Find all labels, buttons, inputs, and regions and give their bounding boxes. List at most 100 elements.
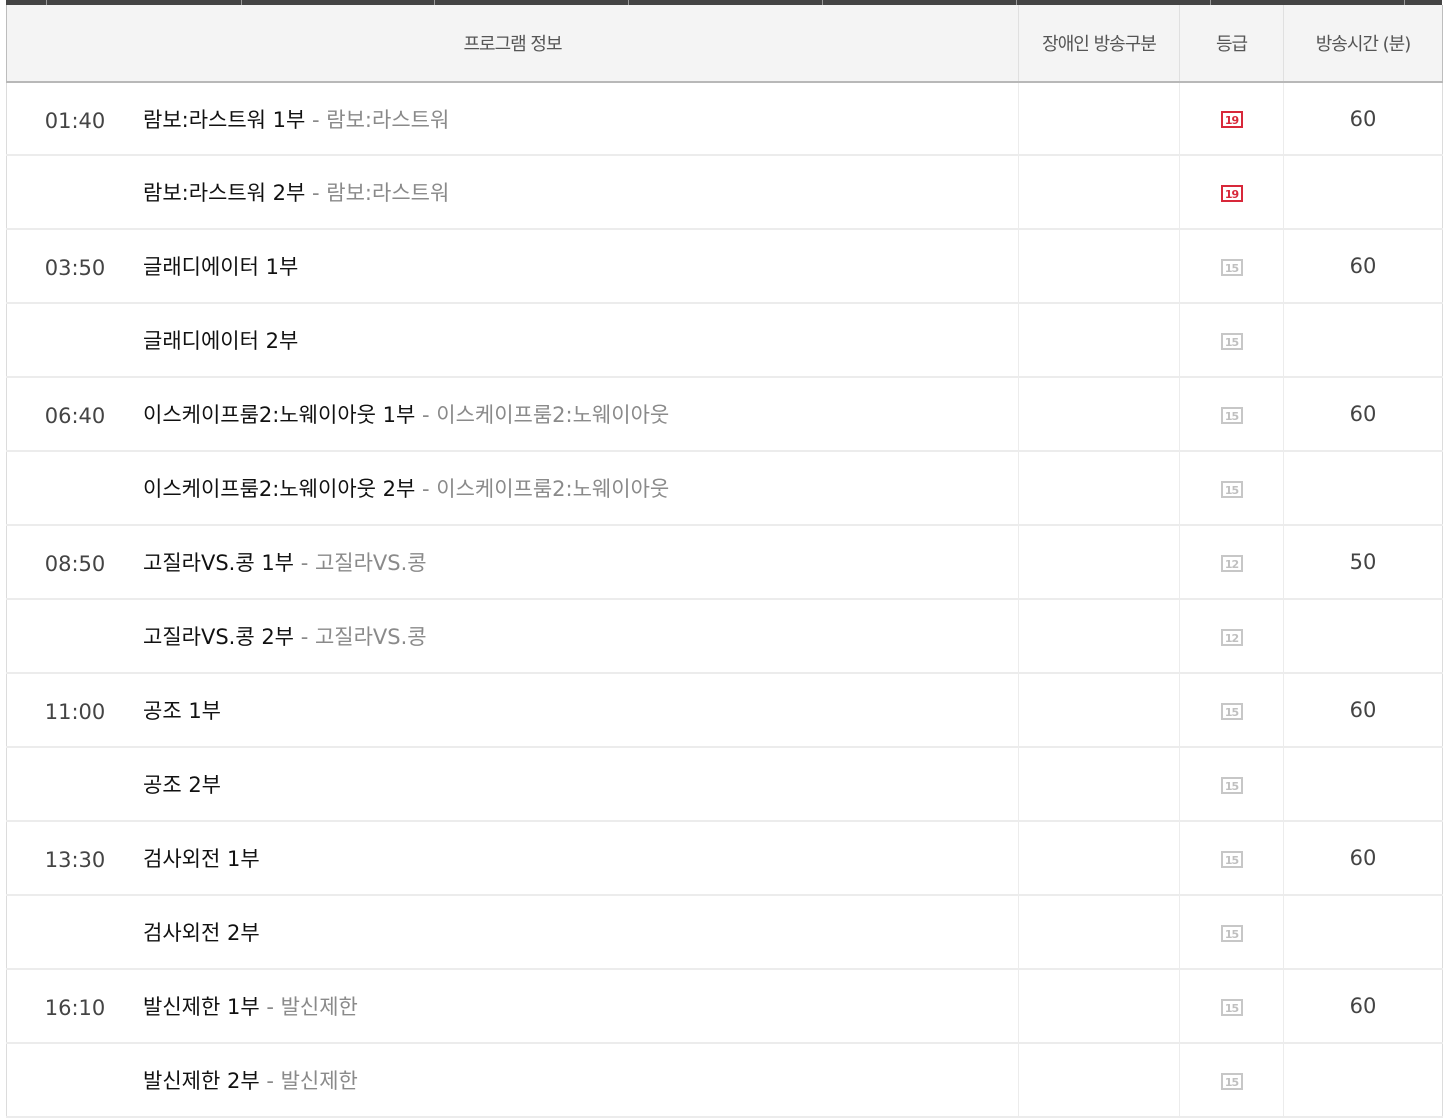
duration-cell: 60	[1283, 673, 1443, 748]
age-rating-icon: 15	[1220, 1072, 1243, 1090]
program-title-link[interactable]: 검사외전 2부	[143, 921, 260, 945]
program-info-cell: 글래디에이터 2부	[6, 303, 1019, 378]
table-row: 람보:라스트워 2부 - 람보:라스트워 19	[6, 155, 1443, 230]
age-rating-icon: 19	[1220, 111, 1243, 128]
duration-cell	[1283, 451, 1443, 526]
duration-cell	[1283, 599, 1443, 674]
table-row: 11:00 공조 1부 15 60	[6, 673, 1443, 748]
program-info-cell: 16:10 발신제한 1부 - 발신제한	[6, 969, 1019, 1044]
program-subtitle: 고질라VS.콩	[314, 551, 427, 575]
program-title-link[interactable]: 이스케이프룸2:노웨이아웃 2부	[143, 477, 415, 501]
program-info-cell: 고질라VS.콩 2부 - 고질라VS.콩	[6, 599, 1019, 674]
program-title-link[interactable]: 람보:라스트워 1부	[143, 108, 305, 132]
schedule-body: 01:40 람보:라스트워 1부 - 람보:라스트워 19 60 람보:라스트워 2부 …	[6, 81, 1443, 1118]
broadcast-time: 13:30	[44, 848, 106, 872]
program-info-cell: 람보:라스트워 2부 - 람보:라스트워	[6, 155, 1019, 230]
program-subtitle: 이스케이프룸2:노웨이아웃	[436, 477, 670, 501]
age-rating-icon: 15	[1220, 924, 1243, 942]
duration-cell: 60	[1283, 229, 1443, 304]
header-accessibility: 장애인 방송구분	[1018, 5, 1180, 83]
program-title-link[interactable]: 공조 1부	[143, 699, 221, 723]
program-title-link[interactable]: 람보:라스트워 2부	[143, 181, 305, 205]
duration-cell: 50	[1283, 525, 1443, 600]
age-rating-icon: 19	[1220, 184, 1243, 202]
program-info-cell: 08:50 고질라VS.콩 1부 - 고질라VS.콩	[6, 525, 1019, 600]
title-separator: -	[259, 995, 281, 1019]
age-rating-icon: 12	[1220, 554, 1243, 572]
title-separator: -	[294, 625, 315, 649]
accessibility-cell	[1018, 673, 1180, 748]
accessibility-cell	[1018, 895, 1180, 970]
table-row: 01:40 람보:라스트워 1부 - 람보:라스트워 19 60	[6, 81, 1443, 156]
table-header-row: 프로그램 정보 장애인 방송구분 등급 방송시간 (분)	[6, 5, 1443, 83]
grade-cell: 15	[1179, 229, 1284, 304]
program-subtitle: 람보:라스트워	[326, 181, 450, 205]
grade-cell: 15	[1179, 821, 1284, 896]
program-title-link[interactable]: 검사외전 1부	[143, 847, 260, 871]
grade-cell: 15	[1179, 969, 1284, 1044]
grade-cell: 15	[1179, 451, 1284, 526]
program-title-link[interactable]: 고질라VS.콩 1부	[143, 551, 294, 575]
title-separator: -	[305, 107, 327, 132]
program-title-link[interactable]: 이스케이프룸2:노웨이아웃 1부	[143, 403, 415, 427]
header-program-info: 프로그램 정보	[6, 5, 1019, 83]
grade-cell: 12	[1179, 525, 1284, 600]
duration-cell	[1283, 895, 1443, 970]
table-row: 이스케이프룸2:노웨이아웃 2부 - 이스케이프룸2:노웨이아웃 15	[6, 451, 1443, 526]
table-row: 글래디에이터 2부 15	[6, 303, 1443, 378]
table-row: 06:40 이스케이프룸2:노웨이아웃 1부 - 이스케이프룸2:노웨이아웃 15 6…	[6, 377, 1443, 452]
table-row: 16:10 발신제한 1부 - 발신제한 15 60	[6, 969, 1443, 1044]
broadcast-time: 11:00	[44, 700, 106, 724]
table-row: 검사외전 2부 15	[6, 895, 1443, 970]
program-subtitle: 이스케이프룸2:노웨이아웃	[436, 403, 670, 427]
duration-cell	[1283, 747, 1443, 822]
title-separator: -	[294, 551, 315, 575]
accessibility-cell	[1018, 821, 1180, 896]
broadcast-time: 08:50	[44, 552, 106, 576]
program-info-cell: 이스케이프룸2:노웨이아웃 2부 - 이스케이프룸2:노웨이아웃	[6, 451, 1019, 526]
program-info-cell: 03:50 글래디에이터 1부	[6, 229, 1019, 304]
age-rating-icon: 15	[1220, 702, 1243, 720]
duration-cell: 60	[1283, 377, 1443, 452]
table-row: 13:30 검사외전 1부 15 60	[6, 821, 1443, 896]
duration-cell	[1283, 303, 1443, 378]
grade-cell: 19	[1179, 81, 1284, 156]
age-rating-icon: 15	[1220, 480, 1243, 498]
accessibility-cell	[1018, 969, 1180, 1044]
table-row: 고질라VS.콩 2부 - 고질라VS.콩 12	[6, 599, 1443, 674]
accessibility-cell	[1018, 525, 1180, 600]
age-rating-icon: 15	[1220, 332, 1243, 350]
accessibility-cell	[1018, 451, 1180, 526]
program-title-link[interactable]: 발신제한 1부	[143, 995, 260, 1019]
grade-cell: 15	[1179, 895, 1284, 970]
accessibility-cell	[1018, 377, 1180, 452]
grade-cell: 15	[1179, 747, 1284, 822]
age-rating-icon: 15	[1220, 998, 1243, 1016]
broadcast-time: 03:50	[44, 256, 106, 280]
grade-cell: 19	[1179, 155, 1284, 230]
grade-cell: 15	[1179, 673, 1284, 748]
program-title-link[interactable]: 글래디에이터 1부	[143, 255, 298, 279]
program-title-link[interactable]: 공조 2부	[143, 773, 221, 797]
age-rating-icon: 15	[1220, 406, 1243, 424]
accessibility-cell	[1018, 229, 1180, 304]
title-separator: -	[305, 181, 327, 205]
grade-cell: 15	[1179, 1043, 1284, 1118]
header-duration: 방송시간 (분)	[1283, 5, 1443, 83]
duration-cell	[1283, 155, 1443, 230]
accessibility-cell	[1018, 81, 1180, 156]
title-separator: -	[415, 403, 437, 427]
title-separator: -	[259, 1069, 281, 1093]
grade-cell: 12	[1179, 599, 1284, 674]
duration-cell: 60	[1283, 821, 1443, 896]
age-rating-icon: 15	[1220, 850, 1243, 868]
program-title-link[interactable]: 발신제한 2부	[143, 1069, 260, 1093]
title-separator: -	[415, 477, 437, 501]
table-row: 03:50 글래디에이터 1부 15 60	[6, 229, 1443, 304]
broadcast-time: 06:40	[44, 404, 106, 428]
age-rating-icon: 15	[1220, 258, 1243, 276]
grade-cell: 15	[1179, 377, 1284, 452]
duration-cell: 60	[1283, 969, 1443, 1044]
program-title-link[interactable]: 글래디에이터 2부	[143, 329, 298, 353]
program-title-link[interactable]: 고질라VS.콩 2부	[143, 625, 294, 649]
